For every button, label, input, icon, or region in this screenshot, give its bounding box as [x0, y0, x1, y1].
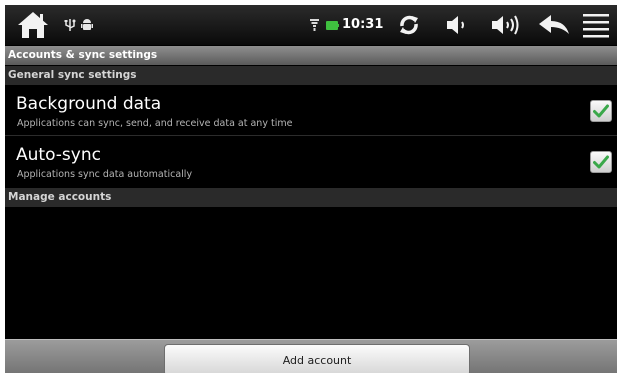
system-bar: 10:31	[5, 5, 617, 45]
page-title: Accounts & sync settings	[5, 46, 617, 65]
auto-sync-checkbox[interactable]	[590, 151, 612, 173]
back-icon[interactable]	[535, 5, 573, 45]
setting-summary: Applications sync data automatically	[17, 169, 193, 180]
battery-icon	[325, 5, 339, 45]
volume-up-icon[interactable]	[487, 5, 523, 45]
add-account-button[interactable]: Add account	[164, 344, 470, 373]
menu-icon[interactable]	[579, 5, 613, 45]
background-data-checkbox[interactable]	[590, 100, 612, 122]
section-header-manage: Manage accounts	[5, 188, 617, 207]
home-icon[interactable]	[9, 5, 57, 45]
bottom-action-bar: Add account	[5, 339, 617, 373]
setting-title: Auto-sync	[16, 145, 101, 165]
settings-screen: 10:31 Accounts & sync settings General s…	[5, 5, 617, 373]
checkmark-icon	[593, 104, 609, 118]
section-header-general: General sync settings	[5, 66, 617, 85]
android-debug-icon	[80, 5, 94, 45]
setting-summary: Applications can sync, send, and receive…	[17, 118, 293, 129]
volume-down-icon[interactable]	[441, 5, 473, 45]
setting-background-data[interactable]: Background data Applications can sync, s…	[5, 86, 617, 136]
checkmark-icon	[593, 155, 609, 169]
setting-title: Background data	[16, 94, 162, 114]
setting-auto-sync[interactable]: Auto-sync Applications sync data automat…	[5, 137, 617, 187]
usb-icon	[63, 5, 77, 45]
sync-icon[interactable]	[391, 5, 427, 45]
signal-icon	[309, 5, 319, 45]
clock: 10:31	[342, 17, 384, 32]
